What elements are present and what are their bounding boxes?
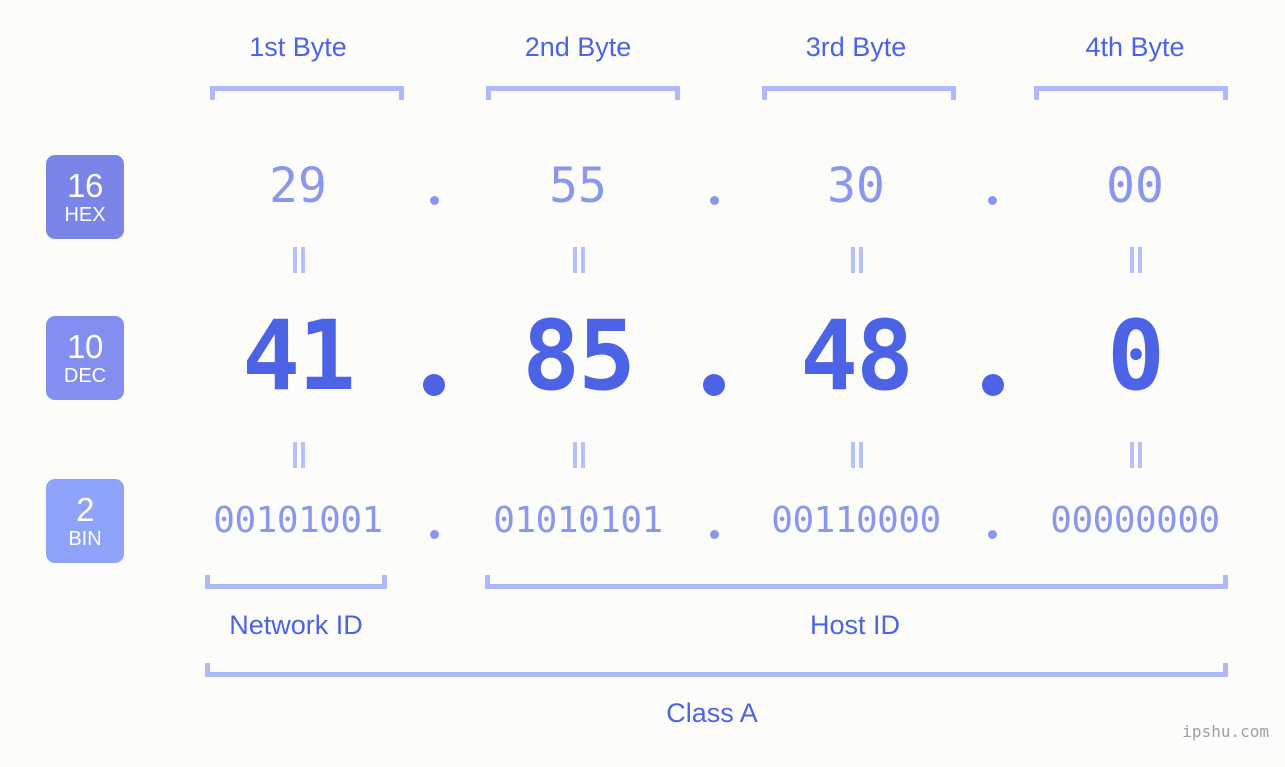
bin-separator-dot-2 <box>710 530 719 539</box>
byte-header-1: 1st Byte <box>249 32 347 62</box>
byte-bracket-3 <box>762 86 956 100</box>
host-id-bracket <box>485 575 1228 589</box>
base-badge-bin[interactable]: 2 BIN <box>46 479 124 563</box>
equals-icon-hex-dec-1 <box>292 247 306 273</box>
bin-separator-dot-1 <box>430 530 439 539</box>
equals-icon-hex-dec-3 <box>850 247 864 273</box>
network-id-label: Network ID <box>229 610 363 640</box>
dec-value-byte-2: 85 <box>522 300 636 412</box>
hex-value-byte-2: 55 <box>549 158 607 214</box>
base-badge-bin-number: 2 <box>76 491 94 528</box>
base-badge-dec-number: 10 <box>67 328 103 365</box>
equals-icon-dec-bin-3 <box>850 442 864 468</box>
equals-icon-dec-bin-2 <box>572 442 586 468</box>
hex-separator-dot-2 <box>710 196 719 205</box>
bin-value-byte-4: 00000000 <box>1050 500 1220 541</box>
host-id-label: Host ID <box>809 610 901 640</box>
ip-address-diagram: 1st Byte 2nd Byte 3rd Byte 4th Byte 16 H… <box>0 0 1285 767</box>
hex-separator-dot-3 <box>988 196 997 205</box>
class-label: Class A <box>666 698 758 728</box>
byte-header-4: 4th Byte <box>1085 32 1185 62</box>
base-badge-bin-label: BIN <box>68 528 102 550</box>
dec-value-byte-1: 41 <box>242 300 356 412</box>
equals-icon-dec-bin-1 <box>292 442 306 468</box>
dec-separator-dot-1 <box>423 374 445 396</box>
equals-icon-hex-dec-2 <box>572 247 586 273</box>
byte-bracket-2 <box>486 86 680 100</box>
byte-header-3: 3rd Byte <box>805 32 907 62</box>
dec-separator-dot-2 <box>703 374 725 396</box>
base-badge-dec[interactable]: 10 DEC <box>46 316 124 400</box>
bin-value-byte-2: 01010101 <box>493 500 663 541</box>
hex-separator-dot-1 <box>430 196 439 205</box>
site-watermark: ipshu.com <box>1182 722 1269 741</box>
base-badge-hex-number: 16 <box>67 167 103 204</box>
dec-value-byte-3: 48 <box>800 300 914 412</box>
class-bracket <box>205 663 1228 677</box>
equals-icon-dec-bin-4 <box>1129 442 1143 468</box>
bin-value-byte-1: 00101001 <box>213 500 383 541</box>
dec-separator-dot-3 <box>982 374 1004 396</box>
byte-bracket-4 <box>1034 86 1228 100</box>
byte-bracket-1 <box>210 86 404 100</box>
bin-value-byte-3: 00110000 <box>771 500 941 541</box>
base-badge-hex-label: HEX <box>64 204 106 226</box>
hex-value-byte-3: 30 <box>827 158 885 214</box>
byte-header-2: 2nd Byte <box>524 32 632 62</box>
hex-value-byte-4: 00 <box>1106 158 1164 214</box>
bin-separator-dot-3 <box>988 530 997 539</box>
network-id-bracket <box>205 575 387 589</box>
equals-icon-hex-dec-4 <box>1129 247 1143 273</box>
base-badge-dec-label: DEC <box>63 365 107 387</box>
hex-value-byte-1: 29 <box>269 158 327 214</box>
dec-value-byte-4: 0 <box>1107 300 1165 412</box>
base-badge-hex[interactable]: 16 HEX <box>46 155 124 239</box>
